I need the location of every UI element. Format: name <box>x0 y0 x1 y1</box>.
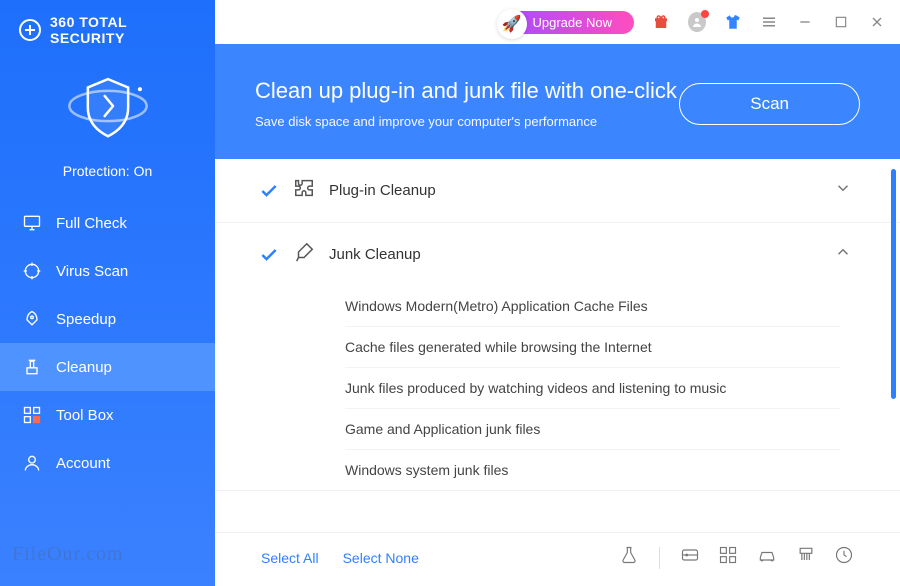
menu-icon[interactable] <box>760 13 778 31</box>
brand: 360 TOTAL SECURITY <box>0 0 215 56</box>
cleanup-list: Plug-in Cleanup Junk Cleanup Windows Mod… <box>215 159 900 532</box>
sidebar-item-account[interactable]: Account <box>0 439 215 487</box>
upgrade-label: Upgrade Now <box>533 15 613 30</box>
history-icon[interactable] <box>834 545 854 570</box>
sidebar-item-speedup[interactable]: Speedup <box>0 295 215 343</box>
list-item[interactable]: Junk files produced by watching videos a… <box>345 367 840 408</box>
sidebar: 360 TOTAL SECURITY Protection: On Full C… <box>0 0 215 586</box>
broom-icon <box>22 357 42 377</box>
sidebar-item-label: Tool Box <box>56 407 114 424</box>
list-item[interactable]: Windows Modern(Metro) Application Cache … <box>345 286 840 326</box>
puzzle-icon <box>293 177 315 204</box>
hero-subtitle: Save disk space and improve your compute… <box>255 114 679 129</box>
sidebar-item-label: Cleanup <box>56 359 112 376</box>
titlebar: 🚀 Upgrade Now <box>215 0 900 44</box>
sidebar-item-label: Virus Scan <box>56 263 128 280</box>
shredder-icon[interactable] <box>796 545 816 570</box>
group-title: Plug-in Cleanup <box>329 182 820 199</box>
sidebar-item-label: Speedup <box>56 311 116 328</box>
group-title: Junk Cleanup <box>329 246 820 263</box>
brush-icon <box>293 241 315 268</box>
protection-status: Protection: On <box>0 157 215 199</box>
maximize-icon[interactable] <box>832 15 850 29</box>
rocket-icon <box>22 309 42 329</box>
checkbox-checked-icon[interactable] <box>259 245 279 265</box>
protection-shield-icon <box>0 56 215 157</box>
footer-tools <box>619 545 854 570</box>
group-plugin-cleanup: Plug-in Cleanup <box>215 159 900 223</box>
list-item[interactable]: Game and Application junk files <box>345 408 840 449</box>
sidebar-item-tool-box[interactable]: Tool Box <box>0 391 215 439</box>
upgrade-button[interactable]: 🚀 Upgrade Now <box>503 11 635 34</box>
user-icon <box>22 453 42 473</box>
checkbox-checked-icon[interactable] <box>259 181 279 201</box>
rocket-badge-icon: 🚀 <box>497 9 527 39</box>
sidebar-item-cleanup[interactable]: Cleanup <box>0 343 215 391</box>
gift-icon[interactable] <box>652 12 670 32</box>
car-icon[interactable] <box>756 545 778 570</box>
select-all-link[interactable]: Select All <box>261 550 319 566</box>
sidebar-item-label: Account <box>56 455 110 472</box>
scan-button[interactable]: Scan <box>679 83 860 125</box>
flask-icon[interactable] <box>619 545 639 570</box>
scrollbar[interactable] <box>891 169 896 399</box>
content: 🚀 Upgrade Now Clean up plug-in and junk … <box>215 0 900 586</box>
footer: Select All Select None <box>215 532 900 586</box>
junk-sub-items: Windows Modern(Metro) Application Cache … <box>215 286 900 490</box>
hero-title: Clean up plug-in and junk file with one-… <box>255 78 679 104</box>
list-item[interactable]: Windows system junk files <box>345 449 840 490</box>
list-item[interactable]: Cache files generated while browsing the… <box>345 326 840 367</box>
brand-name: 360 TOTAL SECURITY <box>50 14 197 46</box>
target-icon <box>22 261 42 281</box>
sidebar-item-label: Full Check <box>56 215 127 232</box>
hero: Clean up plug-in and junk file with one-… <box>215 44 900 159</box>
select-none-link[interactable]: Select None <box>343 550 419 566</box>
group-junk-cleanup: Junk Cleanup Windows Modern(Metro) Appli… <box>215 223 900 491</box>
separator <box>659 547 660 569</box>
close-icon[interactable] <box>868 14 886 30</box>
disk-icon[interactable] <box>680 545 700 570</box>
chevron-down-icon <box>834 179 852 202</box>
minimize-icon[interactable] <box>796 14 814 30</box>
group-header-plugin[interactable]: Plug-in Cleanup <box>215 159 900 222</box>
theme-icon[interactable] <box>724 12 742 32</box>
avatar-icon[interactable] <box>688 12 706 32</box>
chevron-up-icon <box>834 243 852 266</box>
apps-icon[interactable] <box>718 545 738 570</box>
sidebar-item-full-check[interactable]: Full Check <box>0 199 215 247</box>
monitor-icon <box>22 213 42 233</box>
sidebar-nav: Full Check Virus Scan Speedup Cleanup To… <box>0 199 215 487</box>
brand-logo-icon <box>18 18 42 42</box>
sidebar-item-virus-scan[interactable]: Virus Scan <box>0 247 215 295</box>
grid-icon <box>22 405 42 425</box>
group-header-junk[interactable]: Junk Cleanup <box>215 223 900 286</box>
